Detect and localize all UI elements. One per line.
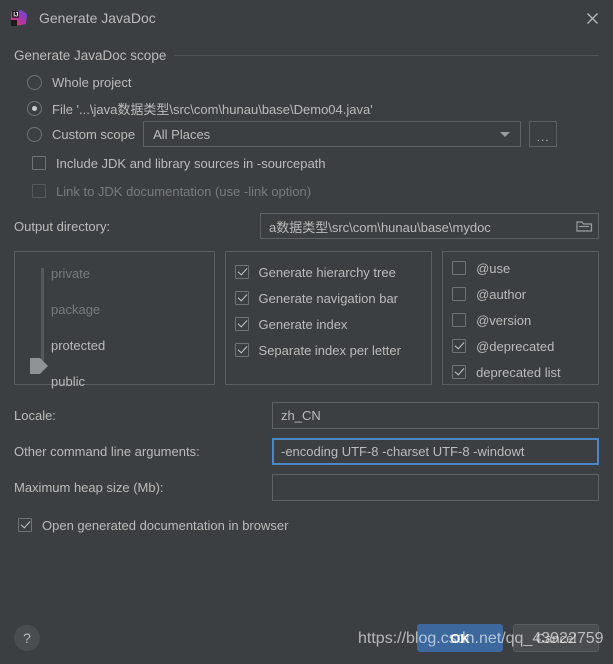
scope-group-header: Generate JavaDoc scope: [14, 48, 599, 63]
locale-label: Locale:: [14, 407, 56, 423]
checkbox-indicator: [452, 287, 467, 301]
javadoc-tags-panel: @use @author @version @deprecated deprec…: [442, 251, 599, 385]
cmdline-input[interactable]: -encoding UTF-8 -charset UTF-8 -windowt: [272, 437, 599, 465]
checkbox-generate-navigation-bar[interactable]: Generate navigation bar: [234, 285, 432, 311]
checkbox-generate-hierarchy-tree-label: Generate hierarchy tree: [258, 264, 396, 280]
output-directory-row: Output directory: a数据类型\src\com\hunau\ba…: [14, 211, 599, 241]
cmdline-label: Other command line arguments:: [14, 443, 200, 459]
locale-input[interactable]: zh_CN: [272, 401, 599, 429]
heap-row: Maximum heap size (Mb):: [14, 469, 599, 505]
output-directory-input[interactable]: a数据类型\src\com\hunau\base\mydoc: [260, 213, 599, 239]
scope-group-title: Generate JavaDoc scope: [14, 48, 167, 63]
svg-text:IJ: IJ: [13, 13, 18, 19]
output-directory-label: Output directory:: [14, 218, 111, 234]
checkbox-generate-navigation-bar-label: Generate navigation bar: [258, 290, 399, 306]
radio-custom-scope-label: Custom scope: [52, 126, 136, 142]
checkbox-include-jdk-sources[interactable]: Include JDK and library sources in -sour…: [32, 149, 599, 177]
dialog-titlebar: IJ Generate JavaDoc: [0, 0, 613, 36]
dialog-body: Generate JavaDoc scope Whole project Fil…: [0, 48, 613, 539]
cmdline-row: Other command line arguments: -encoding …: [14, 433, 599, 469]
open-in-browser-row: Open generated documentation in browser: [14, 511, 599, 539]
intellij-idea-icon: IJ: [10, 9, 28, 27]
heap-input[interactable]: [272, 473, 599, 501]
checkbox-indicator: [32, 184, 46, 198]
checkbox-indicator: [234, 343, 249, 357]
checkbox-tag-version-label: @version: [476, 312, 532, 328]
close-icon[interactable]: [581, 7, 603, 29]
checkbox-link-jdk-doc-label: Link to JDK documentation (use -link opt…: [56, 183, 312, 199]
output-directory-value: a数据类型\src\com\hunau\base\mydoc: [269, 219, 491, 235]
heap-label: Maximum heap size (Mb):: [14, 479, 164, 495]
checkbox-indicator: [452, 365, 467, 379]
chevron-down-icon: [500, 131, 511, 137]
checkbox-separate-index-per-letter-label: Separate index per letter: [258, 342, 401, 358]
radio-indicator: [27, 100, 42, 116]
visibility-level-package[interactable]: package: [51, 302, 100, 318]
checkbox-link-jdk-doc: Link to JDK documentation (use -link opt…: [32, 177, 599, 205]
checkbox-indicator: [452, 339, 467, 353]
checkbox-generate-index[interactable]: Generate index: [234, 311, 432, 337]
checkbox-generate-hierarchy-tree[interactable]: Generate hierarchy tree: [234, 259, 432, 285]
scope-group: Generate JavaDoc scope Whole project Fil…: [14, 48, 599, 147]
checkbox-tag-use[interactable]: @use: [452, 255, 598, 281]
dialog-footer: ? OK Cancel: [0, 612, 613, 664]
visibility-level-private[interactable]: private: [51, 266, 90, 282]
custom-scope-value: All Places: [153, 126, 211, 142]
group-separator: [174, 55, 599, 56]
radio-custom-scope[interactable]: Custom scope All Places ...: [14, 121, 599, 147]
checkbox-tag-author[interactable]: @author: [452, 281, 598, 307]
dialog-title: Generate JavaDoc: [39, 10, 156, 26]
bottom-fields: Locale: zh_CN Other command line argumen…: [14, 397, 599, 505]
checkbox-tag-deprecated-label: @deprecated: [476, 338, 555, 354]
checkbox-indicator: [234, 291, 249, 305]
custom-scope-dropdown[interactable]: All Places: [143, 121, 522, 147]
custom-scope-browse-button[interactable]: ...: [529, 121, 558, 147]
help-icon[interactable]: ?: [14, 625, 40, 651]
radio-whole-project-label: Whole project: [52, 74, 132, 90]
cancel-button[interactable]: Cancel: [513, 624, 599, 652]
checkbox-generate-index-label: Generate index: [258, 316, 348, 332]
checkbox-indicator: [18, 518, 32, 532]
options-panels: private package protected public Generat…: [14, 251, 599, 389]
checkbox-indicator: [234, 317, 249, 331]
checkbox-include-jdk-sources-label: Include JDK and library sources in -sour…: [56, 155, 326, 171]
visibility-level-protected[interactable]: protected: [51, 338, 105, 354]
source-options: Include JDK and library sources in -sour…: [14, 149, 599, 205]
checkbox-tag-author-label: @author: [476, 286, 527, 302]
generate-flags-panel: Generate hierarchy tree Generate navigat…: [224, 251, 433, 385]
checkbox-indicator: [234, 265, 249, 279]
folder-icon[interactable]: [576, 219, 593, 233]
radio-indicator: [27, 126, 42, 142]
checkbox-open-in-browser[interactable]: Open generated documentation in browser: [18, 511, 599, 539]
visibility-slider-track[interactable]: [41, 268, 44, 368]
radio-file-label: File '...\java数据类型\src\com\hunau\base\De…: [52, 101, 373, 117]
visibility-level-public[interactable]: public: [51, 374, 85, 390]
checkbox-indicator: [452, 261, 467, 275]
radio-file[interactable]: File '...\java数据类型\src\com\hunau\base\De…: [14, 95, 599, 121]
checkbox-deprecated-list-label: deprecated list: [476, 364, 561, 380]
locale-row: Locale: zh_CN: [14, 397, 599, 433]
checkbox-tag-use-label: @use: [476, 260, 511, 276]
checkbox-deprecated-list[interactable]: deprecated list: [452, 359, 598, 385]
checkbox-separate-index-per-letter[interactable]: Separate index per letter: [234, 337, 432, 363]
checkbox-indicator: [452, 313, 467, 327]
visibility-slider-panel[interactable]: private package protected public: [14, 251, 215, 389]
ok-button[interactable]: OK: [417, 624, 503, 652]
checkbox-open-in-browser-label: Open generated documentation in browser: [42, 517, 289, 533]
checkbox-indicator: [32, 156, 46, 170]
checkbox-tag-deprecated[interactable]: @deprecated: [452, 333, 598, 359]
radio-whole-project[interactable]: Whole project: [14, 69, 599, 95]
checkbox-tag-version[interactable]: @version: [452, 307, 598, 333]
radio-indicator: [27, 74, 42, 90]
